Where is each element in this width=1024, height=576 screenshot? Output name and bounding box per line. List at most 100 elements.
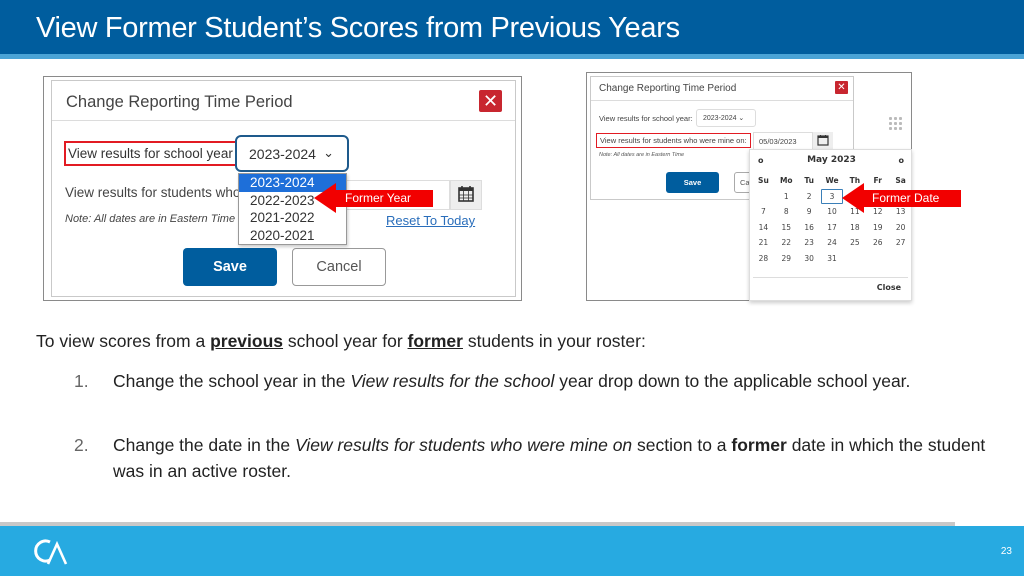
dialog-header: Change Reporting Time Period ✕	[591, 77, 853, 101]
dialog-title: Change Reporting Time Period	[599, 83, 737, 94]
day-cell[interactable]: 18	[843, 220, 866, 236]
day-cell[interactable]: 10	[821, 204, 844, 220]
day-cell[interactable]: 31	[821, 251, 844, 267]
day-cell[interactable]: 14	[752, 220, 775, 236]
day-cell[interactable]: 1	[775, 189, 798, 205]
chevron-down-icon: ⌄	[323, 145, 334, 160]
ca-logo-icon	[34, 539, 68, 565]
text: school year for	[283, 331, 408, 351]
school-year-value: 2023-2024	[249, 146, 316, 162]
month-title: May 2023	[807, 155, 856, 165]
calendar-icon	[817, 135, 829, 146]
footer-bar: 23	[0, 526, 1024, 576]
divider	[753, 277, 908, 278]
date-picker: o May 2023 o Su Mo Tu We Th Fr Sa 1 2 3 7 8 9 10 11 12 1…	[749, 149, 912, 301]
arrow-left-icon	[842, 183, 864, 213]
day-cell[interactable]: 9	[798, 204, 821, 220]
step-number: 2.	[74, 435, 89, 455]
weekday-label: Su	[758, 176, 769, 185]
former-date-callout: Former Date	[842, 183, 961, 213]
text: students in your roster:	[462, 331, 646, 351]
week-row: 14 15 16 17 18 19 20	[752, 220, 912, 236]
empty-cell	[866, 251, 889, 267]
day-cell[interactable]: 24	[821, 235, 844, 251]
day-cell[interactable]: 3	[820, 188, 844, 204]
next-month-icon[interactable]: o	[899, 156, 905, 165]
callout-label: Former Date	[862, 190, 961, 207]
empty-cell	[752, 189, 775, 205]
day-cell[interactable]: 7	[752, 204, 775, 220]
intro-text: To view scores from a previous school ye…	[36, 331, 646, 352]
weekday-label: We	[825, 176, 839, 185]
text: section to a	[632, 435, 732, 455]
reset-to-today-link[interactable]: Reset To Today	[386, 213, 475, 228]
day-cell[interactable]: 27	[889, 235, 912, 251]
day-cell[interactable]: 19	[866, 220, 889, 236]
close-icon[interactable]: ✕	[479, 90, 502, 112]
calendar-button[interactable]	[450, 180, 482, 210]
week-row: 28 29 30 31	[752, 251, 912, 267]
dialog-title: Change Reporting Time Period	[66, 93, 293, 111]
dropdown-option[interactable]: 2020-2021	[239, 227, 346, 245]
header-bar: View Former Student’s Scores from Previo…	[0, 0, 1024, 54]
day-cell[interactable]: 25	[843, 235, 866, 251]
day-cell[interactable]: 15	[775, 220, 798, 236]
school-year-select[interactable]: 2023-2024 ⌄	[235, 135, 349, 172]
day-cell[interactable]: 2	[798, 189, 821, 205]
italic-text: View results for students who were mine …	[294, 435, 633, 455]
week-row: 21 22 23 24 25 26 27	[752, 235, 912, 251]
day-cell[interactable]: 29	[775, 251, 798, 267]
close-icon[interactable]: ✕	[835, 81, 848, 94]
empty-cell	[889, 251, 912, 267]
emphasis-former: former	[407, 331, 463, 351]
cancel-button[interactable]: Cancel	[292, 248, 386, 286]
school-year-select[interactable]: 2023-2024 ⌄	[696, 109, 756, 127]
timezone-note: Note: All dates are in Eastern Time	[599, 152, 685, 158]
bold-text: former	[731, 435, 787, 455]
text: To view scores from a	[36, 331, 211, 351]
day-cell[interactable]: 16	[798, 220, 821, 236]
weekday-label: Mo	[779, 176, 793, 185]
day-cell[interactable]: 30	[798, 251, 821, 267]
day-cell[interactable]: 23	[798, 235, 821, 251]
school-year-label: View results for school year	[64, 141, 237, 166]
callout-label: Former Year	[334, 190, 433, 207]
step-text: Change the date in the View results for …	[113, 432, 993, 484]
date-value: 05/03/2023	[759, 137, 797, 146]
day-cell[interactable]: 26	[866, 235, 889, 251]
former-year-callout: Former Year	[314, 183, 433, 213]
text: Change the date in the	[113, 435, 295, 455]
page-number: 23	[1000, 546, 1012, 557]
school-year-label: View results for school year:	[599, 114, 693, 123]
save-button[interactable]: Save	[666, 172, 719, 193]
students-mine-on-label: View results for students who were mine …	[65, 185, 245, 200]
screenshot-school-year: Change Reporting Time Period ✕ View resu…	[43, 76, 522, 301]
header-stripe	[0, 54, 1024, 59]
timezone-note: Note: All dates are in Eastern Time	[65, 213, 236, 225]
slide: View Former Student’s Scores from Previo…	[0, 0, 1024, 576]
date-input[interactable]: 05/03/2023	[753, 132, 813, 150]
save-button[interactable]: Save	[183, 248, 277, 286]
step-text: Change the school year in the View resul…	[113, 368, 993, 394]
students-mine-on-label: View results for students who were mine …	[596, 133, 751, 148]
italic-text: View results for the school	[350, 371, 555, 391]
dialog-header: Change Reporting Time Period ✕	[52, 81, 515, 121]
day-cell[interactable]: 17	[821, 220, 844, 236]
change-reporting-dialog: Change Reporting Time Period ✕ View resu…	[51, 80, 516, 297]
close-button[interactable]: Close	[877, 283, 901, 292]
text: year drop down to the applicable school …	[554, 371, 911, 391]
day-cell[interactable]: 28	[752, 251, 775, 267]
page-title: View Former Student’s Scores from Previo…	[36, 12, 680, 44]
text: Change the school year in the	[113, 371, 351, 391]
calendar-icon	[458, 186, 474, 202]
calendar-button[interactable]	[813, 132, 833, 150]
day-cell[interactable]: 22	[775, 235, 798, 251]
grid-icon	[889, 117, 903, 131]
day-cell[interactable]: 20	[889, 220, 912, 236]
school-year-value: 2023-2024 ⌄	[703, 115, 745, 122]
day-cell[interactable]: 8	[775, 204, 798, 220]
arrow-left-icon	[314, 183, 336, 213]
step-number: 1.	[74, 371, 89, 391]
empty-cell	[843, 251, 866, 267]
day-cell[interactable]: 21	[752, 235, 775, 251]
